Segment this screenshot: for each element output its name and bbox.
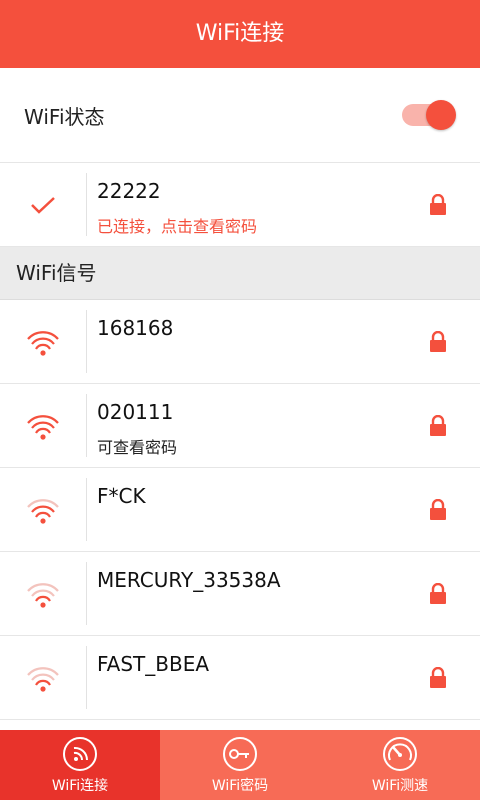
network-ssid: 168168	[97, 316, 174, 340]
lock-icon	[430, 414, 446, 436]
tab-wifi-speedtest[interactable]: WiFi测速	[320, 730, 480, 800]
checkmark-icon	[31, 196, 55, 214]
wifi-signal-icon	[27, 498, 59, 524]
connected-note: 已连接，点击查看密码	[97, 217, 258, 236]
tab-label: WiFi测速	[371, 777, 429, 794]
network-ssid: 020111	[97, 400, 174, 424]
network-row[interactable]: MERCURY_33538A	[0, 552, 480, 636]
network-note: 可查看密码	[97, 438, 178, 457]
wifi-signal-icon	[27, 582, 59, 608]
tab-wifi-password[interactable]: WiFi密码	[160, 730, 320, 800]
page-title: WiFi连接	[195, 21, 285, 46]
section-header: WiFi信号	[0, 247, 480, 300]
lock-icon	[430, 330, 446, 352]
wifi-status-row: WiFi状态	[0, 68, 480, 163]
bottom-tab-bar: WiFi连接 WiFi密码 WiFi测速	[0, 730, 480, 800]
connected-network-row[interactable]: 22222 已连接，点击查看密码	[0, 163, 480, 247]
wifi-status-label: WiFi状态	[24, 104, 105, 129]
lock-icon	[430, 582, 446, 604]
lock-icon	[430, 193, 446, 215]
tab-wifi-connect[interactable]: WiFi连接	[0, 730, 160, 800]
wifi-signal-icon	[27, 666, 59, 692]
network-ssid: F*CK	[97, 484, 146, 508]
wifi-signal-icon	[27, 330, 59, 356]
tab-label: WiFi连接	[51, 777, 109, 794]
wifi-signal-icon	[27, 414, 59, 440]
network-row[interactable]: F*CK	[0, 468, 480, 552]
network-ssid: FAST_BBEA	[97, 652, 210, 676]
app-header: WiFi连接	[0, 0, 480, 68]
speedometer-icon	[383, 736, 417, 771]
connected-ssid: 22222	[97, 179, 161, 203]
lock-icon	[430, 498, 446, 520]
network-ssid: MERCURY_33538A	[97, 568, 281, 592]
wifi-circle-icon	[63, 736, 97, 771]
network-row[interactable]: 020111 可查看密码	[0, 384, 480, 468]
network-row[interactable]: FAST_BBEA	[0, 636, 480, 720]
key-circle-icon	[223, 736, 257, 771]
toggle-knob	[426, 100, 456, 130]
network-row[interactable]: 168168	[0, 300, 480, 384]
section-title: WiFi信号	[16, 261, 97, 285]
wifi-toggle[interactable]	[402, 100, 456, 130]
tab-label: WiFi密码	[211, 777, 269, 794]
network-list: 168168 020111 可查看密码 F*CK MERCURY_33538A FAST_…	[0, 300, 480, 720]
lock-icon	[430, 666, 446, 688]
